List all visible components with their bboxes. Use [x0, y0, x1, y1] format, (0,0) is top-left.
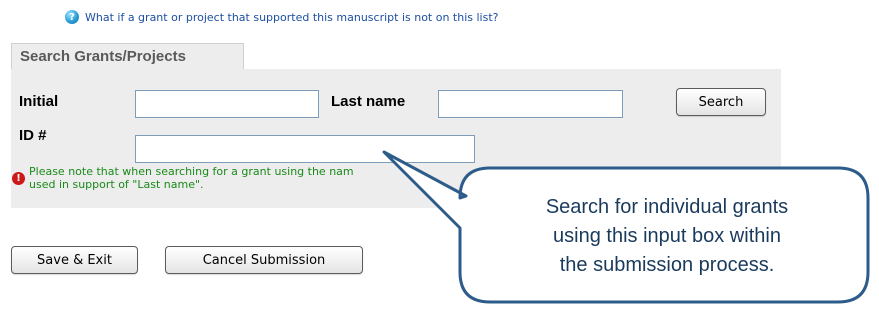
callout-text: Search for individual grants using this … [545, 196, 789, 276]
